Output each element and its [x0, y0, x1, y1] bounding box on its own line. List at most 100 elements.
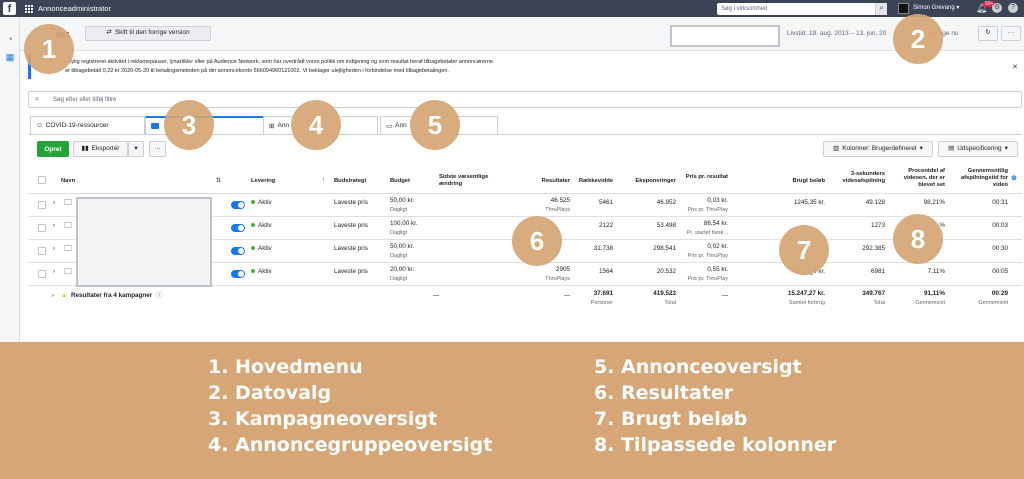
- grid-icon: ⊞: [269, 122, 275, 130]
- breakdown-label: Udspecificering: [957, 144, 1002, 152]
- legend-item: 1. Hovedmenu: [208, 356, 363, 378]
- create-button[interactable]: Opret: [37, 141, 69, 157]
- totals-label: Resultater fra 4 kampagner: [71, 292, 153, 299]
- cost-per-result: 0,02 kr. Pris pr. ThruPlay: [687, 243, 728, 259]
- add-column-icon[interactable]: ⊕: [1011, 175, 1017, 183]
- sort-icon[interactable]: ⇅: [216, 178, 221, 185]
- total-percent-watched: 91,11% Gennemsnit: [915, 290, 945, 306]
- export-icon: ▮▮: [81, 144, 89, 152]
- folder-icon: 🗀︎: [64, 198, 72, 207]
- col-reach[interactable]: Rækkevidde: [573, 178, 613, 185]
- gear-icon[interactable]: ⚙: [992, 3, 1002, 13]
- legend-panel: 1. Hovedmenu 2. Datovalg 3. Kampagneover…: [0, 342, 1024, 479]
- impressions: 298.541: [653, 245, 676, 252]
- redacted-campaign-names: [76, 197, 212, 287]
- row-checkbox[interactable]: [38, 224, 46, 232]
- campaign-toggle[interactable]: [231, 201, 245, 209]
- toolbar-more-button[interactable]: ···: [149, 141, 166, 157]
- close-icon[interactable]: ✕: [1012, 63, 1018, 71]
- left-sidebar: ◔ ▦: [0, 17, 20, 347]
- app-grid-icon[interactable]: [25, 4, 33, 13]
- app-title: Annonceadministrator: [38, 4, 111, 13]
- user-menu[interactable]: Simon Grevang ▾: [913, 4, 959, 11]
- screenshot-root: f Annonceadministrator Søg i virksomhed …: [0, 0, 1024, 479]
- callout-1: 1: [24, 24, 74, 74]
- budget: 20,00 kr. Dagligt: [390, 266, 415, 282]
- legend-item: 2. Datovalg: [208, 382, 332, 404]
- legend-item: 6. Resultater: [594, 382, 734, 404]
- row-checkbox[interactable]: [38, 247, 46, 255]
- col-budget[interactable]: Budget: [390, 178, 410, 185]
- date-range-picker[interactable]: Livstid: 19. aug. 2013 – 13. jun. 20: [787, 30, 886, 37]
- percent-watched: 7,11%: [927, 268, 945, 275]
- impressions: 20.532: [656, 268, 676, 275]
- col-impressions[interactable]: Eksponeringer: [616, 178, 676, 185]
- breakdown-icon: ▤: [948, 144, 955, 152]
- export-button[interactable]: ▮▮ Eksportér: [73, 141, 128, 157]
- expand-icon[interactable]: ›: [53, 222, 55, 230]
- status-dot-icon: [251, 246, 255, 251]
- callout-8: 8: [893, 214, 943, 264]
- facebook-logo-icon[interactable]: f: [3, 2, 16, 15]
- row-checkbox[interactable]: [38, 201, 46, 209]
- avg-watch-time: 00:05: [992, 268, 1008, 275]
- refresh-icon: ↻: [985, 29, 991, 37]
- export-dropdown[interactable]: ▾: [128, 141, 144, 157]
- header-more-button[interactable]: ···: [1001, 26, 1021, 41]
- callout-3: 3: [164, 100, 214, 150]
- status-dot-icon: [251, 223, 255, 228]
- bid-strategy: Laveste pris: [334, 245, 368, 252]
- col-results[interactable]: Resultater: [510, 178, 570, 185]
- total-results: —: [563, 292, 570, 299]
- percent-watched: 98,21%: [923, 199, 945, 206]
- columns-button[interactable]: ▥ Kolonner: Brugerdefineret ▾: [823, 141, 933, 157]
- warning-icon: ▲: [61, 292, 68, 299]
- col-delivery[interactable]: Levering: [251, 178, 275, 185]
- budget: 50,00 kr. Dagligt: [390, 197, 415, 213]
- delivery-status: Aktiv: [251, 222, 272, 230]
- col-avg-watch-time[interactable]: Gennemsnitlig afspilningstid for video: [950, 168, 1008, 189]
- col-amount-spent[interactable]: Brugt beløb: [763, 178, 825, 185]
- col-bid-strategy[interactable]: Budstrategi: [334, 178, 366, 185]
- col-3s-video-plays[interactable]: 3-sekunders videoafspilning: [828, 171, 885, 185]
- expand-icon[interactable]: ›: [52, 292, 54, 300]
- campaign-toggle[interactable]: [231, 270, 245, 278]
- legend-item: 7. Brugt beløb: [594, 408, 748, 430]
- sort-up-icon[interactable]: ↑: [322, 177, 325, 184]
- tab-label: COVID-19-ressourcer: [45, 122, 109, 129]
- budget: 100,00 kr. Dagligt: [390, 220, 418, 236]
- info-icon[interactable]: ⓘ: [156, 292, 162, 300]
- impressions: 53.498: [656, 222, 676, 229]
- table-icon[interactable]: ▦: [5, 52, 15, 62]
- breakdown-button[interactable]: ▤ Udspecificering ▾: [938, 141, 1018, 157]
- campaign-toggle[interactable]: [231, 247, 245, 255]
- expand-icon[interactable]: ›: [53, 268, 55, 276]
- chevron-down-icon: ▾: [919, 144, 923, 152]
- col-cost-per-result[interactable]: Pris pr. resultat: [683, 174, 728, 181]
- tab-covid-resources[interactable]: ☺ COVID-19-ressourcer: [30, 116, 145, 134]
- results: 46.525 ThruPlays: [545, 197, 570, 213]
- legend-item: 8. Tilpassede kolonner: [594, 434, 837, 456]
- columns-label: Kolonner: Brugerdefineret: [842, 144, 917, 152]
- avg-watch-time: 00:03: [992, 222, 1008, 229]
- help-icon[interactable]: ?: [1008, 3, 1018, 13]
- refresh-button[interactable]: ↻: [978, 26, 998, 41]
- legend-item: 5. Annonceoversigt: [594, 356, 802, 378]
- select-all-checkbox[interactable]: [38, 176, 46, 184]
- col-name[interactable]: Navn: [61, 178, 75, 185]
- video-plays-3s: 1273: [870, 222, 885, 229]
- dashboard-icon[interactable]: ◔: [5, 34, 15, 44]
- col-percent-watched[interactable]: Procentdel af videoen, der er blevet set: [888, 168, 945, 189]
- expand-icon[interactable]: ›: [53, 245, 55, 253]
- ad-icon: ▭: [386, 122, 393, 130]
- delivery-status: Aktiv: [251, 245, 272, 253]
- expand-icon[interactable]: ›: [53, 199, 55, 207]
- row-checkbox[interactable]: [38, 270, 46, 278]
- video-plays-3s: 49.128: [865, 199, 885, 206]
- avatar[interactable]: [898, 3, 909, 14]
- search-icon[interactable]: ⌕: [875, 3, 887, 15]
- campaign-toggle[interactable]: [231, 224, 245, 232]
- col-last-change[interactable]: Sidste væsentlige ændring: [439, 174, 509, 188]
- switch-version-button[interactable]: ⇄ Skift til den forrige version: [85, 26, 211, 41]
- search-wrap: ⌕: [717, 3, 887, 15]
